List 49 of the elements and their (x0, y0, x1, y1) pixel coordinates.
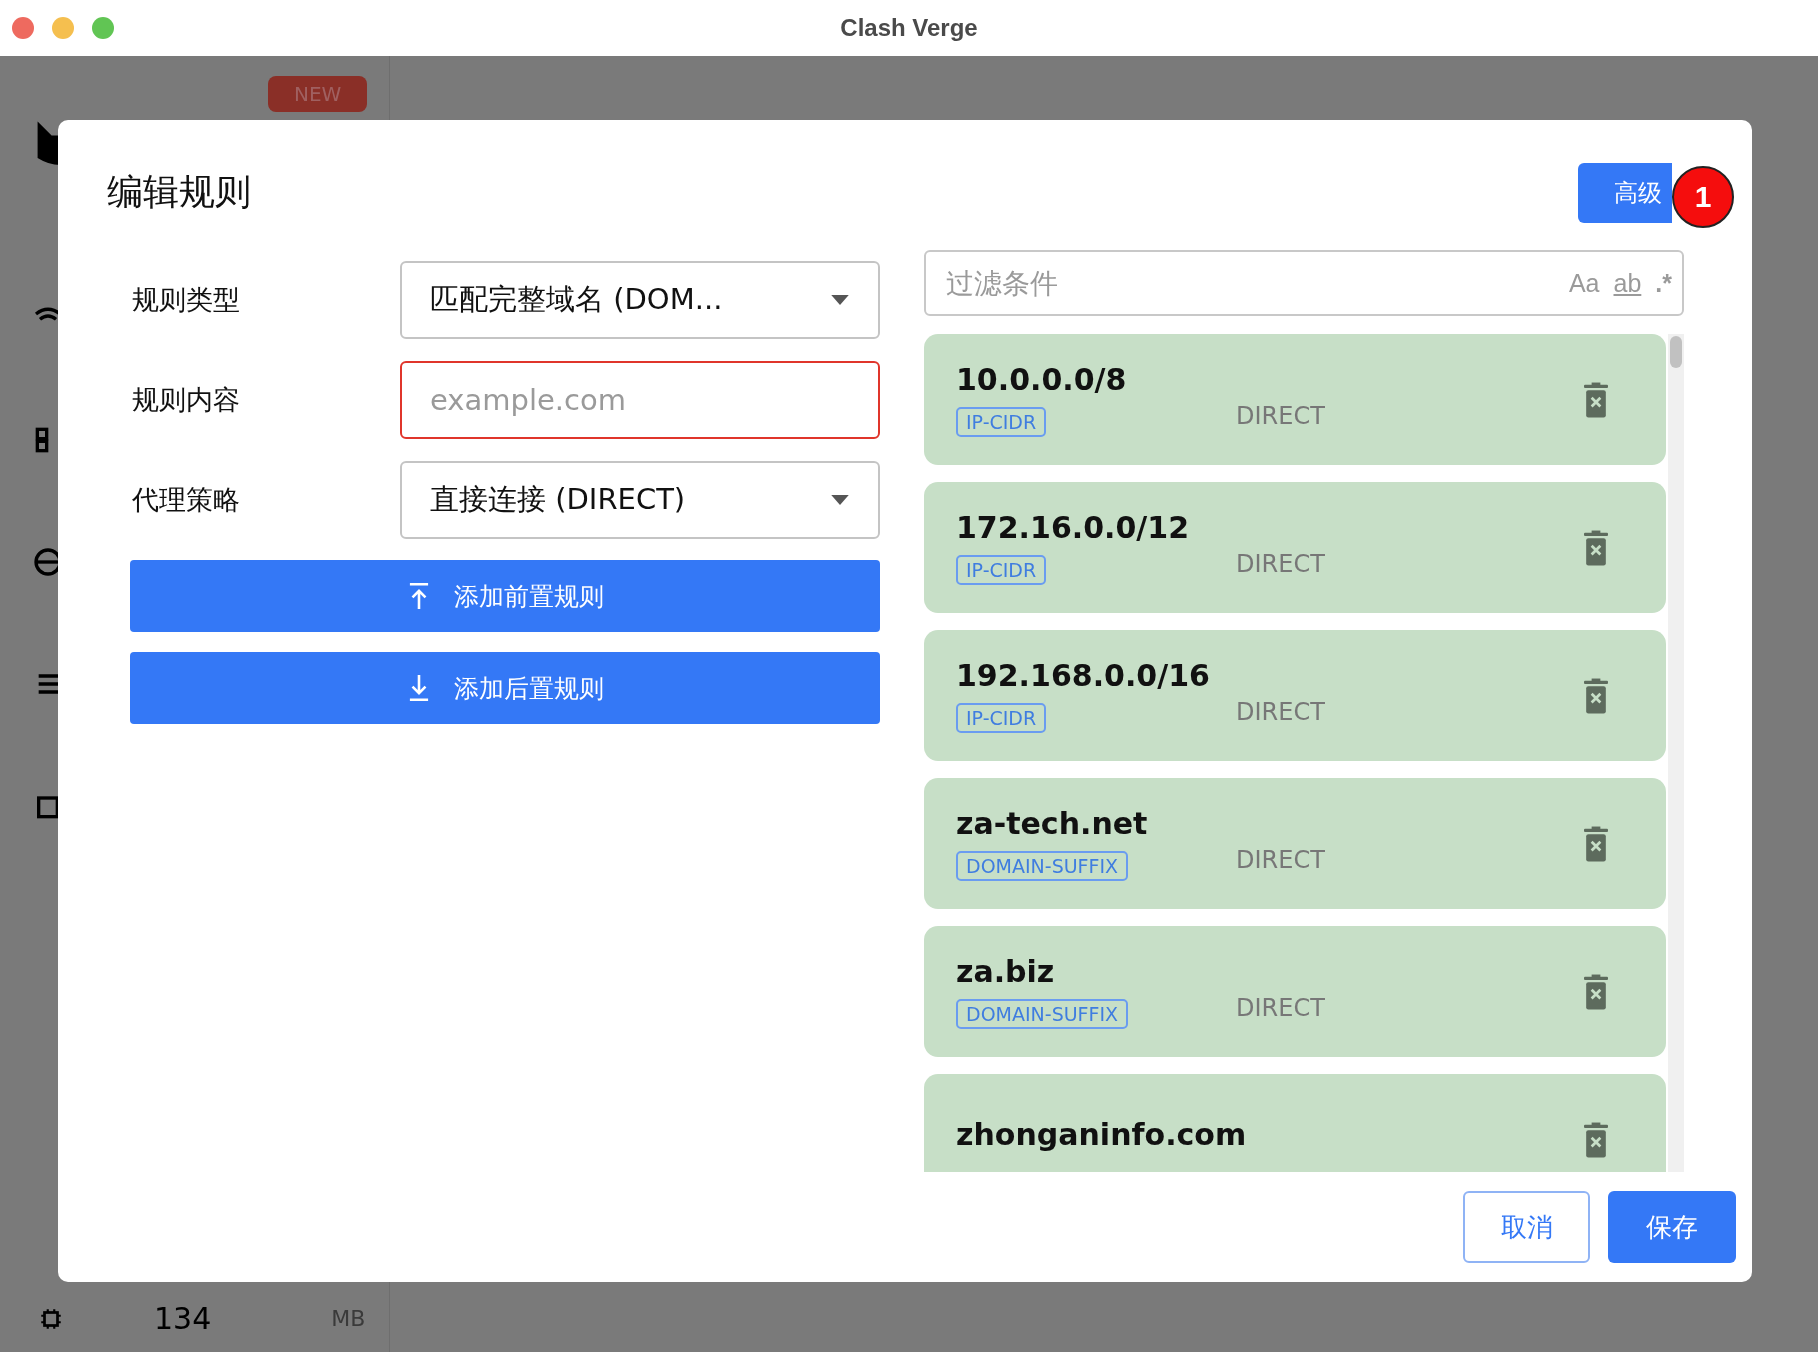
rule-policy: DIRECT (1236, 698, 1325, 726)
filter-option-toggle[interactable]: ab (1613, 268, 1642, 298)
delete-icon[interactable] (1584, 825, 1608, 862)
rule-type-tag: IP-CIDR (956, 703, 1047, 733)
caret-icon (830, 295, 850, 305)
scrollbar-thumb[interactable] (1670, 336, 1682, 368)
rule-policy: DIRECT (1236, 846, 1325, 874)
rule-type-tag: IP-CIDR (956, 555, 1047, 585)
add-append-rule-button[interactable]: 添加后置规则 (130, 652, 880, 724)
save-button[interactable]: 保存 (1608, 1191, 1736, 1263)
scrollbar[interactable] (1668, 334, 1684, 1172)
memory-value: 134 (154, 1301, 212, 1336)
rule-name: 172.16.0.0/12 (956, 510, 1190, 545)
select-field[interactable]: 直接连接 (DIRECT) (400, 461, 880, 539)
select-field[interactable]: 匹配完整域名 (DOM... (400, 261, 880, 339)
delete-icon[interactable] (1584, 381, 1608, 418)
rule-name: 10.0.0.0/8 (956, 362, 1128, 397)
zoom-window-button[interactable] (92, 17, 114, 39)
delete-icon[interactable] (1584, 529, 1608, 566)
filter-option-toggle[interactable]: .* (1655, 268, 1672, 298)
delete-icon[interactable] (1584, 1121, 1608, 1158)
field-label: 规则内容 (131, 383, 240, 417)
field-label: 规则类型 (131, 283, 240, 317)
filter-option-toggle[interactable]: Aa (1568, 268, 1600, 298)
rule-type-tag: IP-CIDR (956, 407, 1047, 437)
caret-icon (830, 495, 850, 505)
new-badge: NEW (268, 76, 368, 112)
rule-type-tag: DOMAIN-SUFFIX (956, 851, 1129, 881)
dialog-title: 编辑规则 (107, 170, 251, 214)
rule-type-tag: DOMAIN-SUFFIX (956, 999, 1129, 1029)
rule-policy: DIRECT (1236, 550, 1325, 578)
delete-icon[interactable] (1584, 677, 1608, 714)
rule-name: zhonganinfo.com (956, 1117, 1247, 1152)
rule-policy: DIRECT (1236, 994, 1325, 1022)
notification-badge: 1 (1672, 166, 1734, 228)
advanced-button[interactable]: 高级 (1578, 163, 1672, 223)
rule-name: za-tech.net (956, 806, 1149, 841)
close-window-button[interactable] (12, 17, 34, 39)
input-field[interactable]: example.com (400, 361, 880, 439)
delete-icon[interactable] (1584, 973, 1608, 1010)
add-prepend-rule-button[interactable]: 添加前置规则 (130, 560, 880, 632)
cancel-button[interactable]: 取消 (1463, 1191, 1590, 1263)
memory-unit: MB (331, 1306, 366, 1331)
window-title: Clash Verge (840, 14, 978, 42)
rule-policy: DIRECT (1236, 402, 1325, 430)
field-label: 代理策略 (131, 483, 240, 517)
rule-name: za.biz (956, 954, 1056, 989)
rule-name: 192.168.0.0/16 (956, 658, 1211, 693)
filter-field[interactable]: 过滤条件 Aa ab .* (924, 250, 1684, 316)
